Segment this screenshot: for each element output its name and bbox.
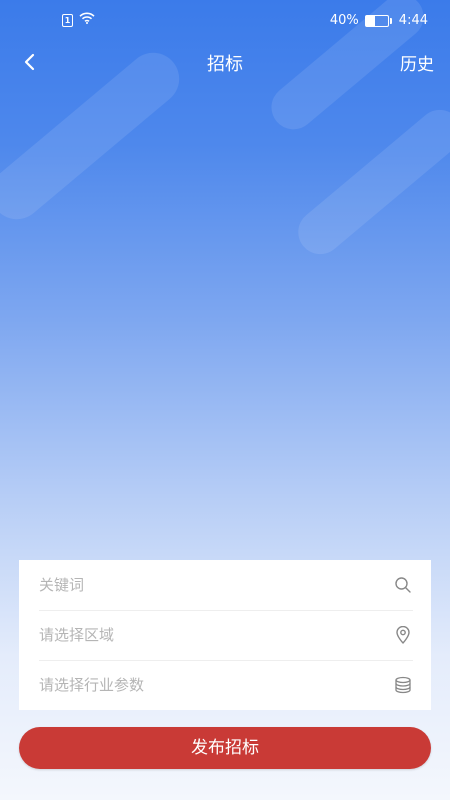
nav-bar: 招标 历史 xyxy=(0,42,450,82)
publish-tender-button[interactable]: 发布招标 xyxy=(19,727,431,769)
search-icon[interactable] xyxy=(393,575,413,595)
region-select[interactable] xyxy=(39,626,339,644)
status-time: 4:44 xyxy=(398,13,428,28)
wifi-icon xyxy=(79,12,95,28)
industry-select[interactable] xyxy=(39,676,339,694)
status-bar: 1 40% 4:44 xyxy=(0,0,450,42)
status-left: 1 xyxy=(62,12,95,28)
battery-percent: 40% xyxy=(329,13,359,28)
battery-icon xyxy=(364,14,392,27)
keyword-row xyxy=(39,560,413,611)
map-pin-icon xyxy=(393,625,413,645)
status-right: 40% 4:44 xyxy=(330,13,428,28)
database-icon xyxy=(393,675,413,695)
sim-card-icon: 1 xyxy=(62,13,73,27)
industry-row[interactable] xyxy=(39,660,413,710)
page-title: 招标 xyxy=(207,54,243,75)
history-button[interactable]: 历史 xyxy=(400,50,434,75)
region-row[interactable] xyxy=(39,610,413,661)
keyword-input[interactable] xyxy=(39,576,339,594)
battery-level xyxy=(365,15,375,26)
search-form-card xyxy=(19,560,431,710)
decorative-stripe xyxy=(289,100,450,264)
